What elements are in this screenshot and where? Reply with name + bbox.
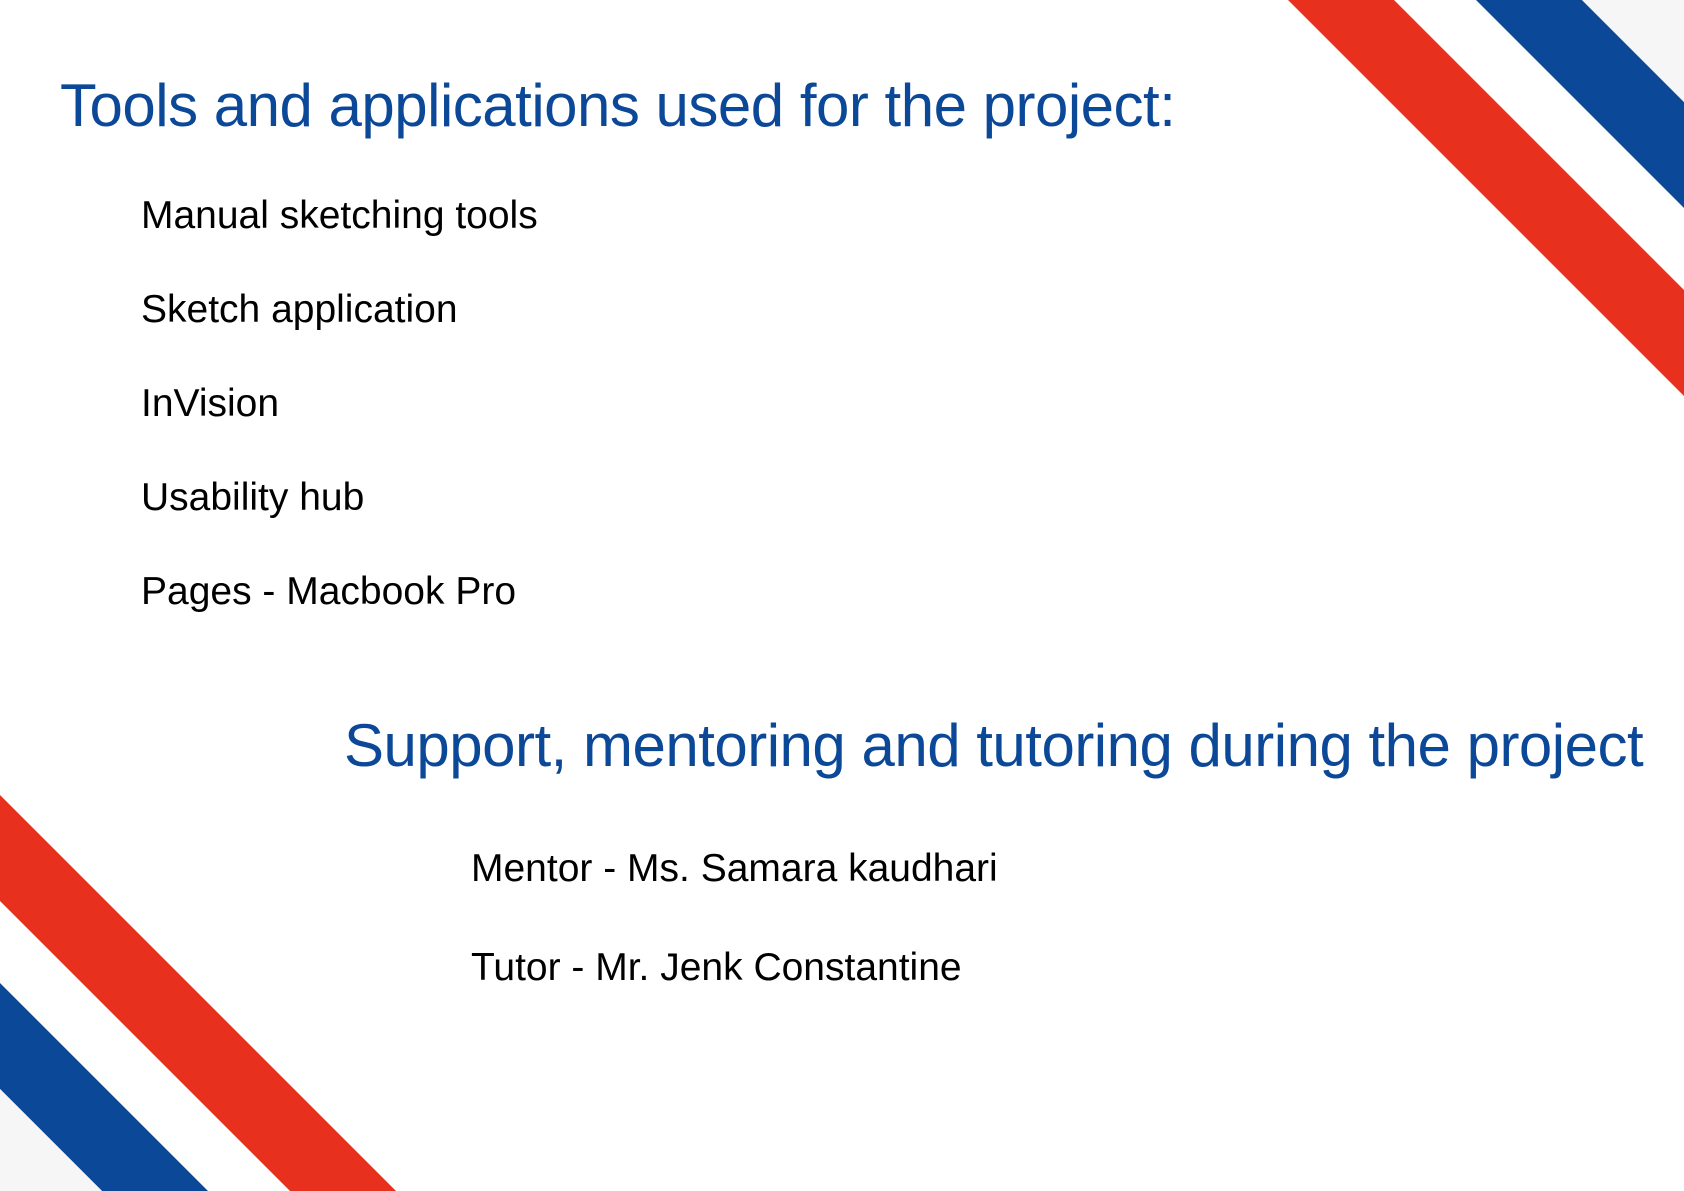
tool-item-usability-hub: Usability hub	[141, 476, 365, 519]
support-heading: Support, mentoring and tutoring during t…	[344, 712, 1644, 779]
document-page: Tools and applications used for the proj…	[0, 0, 1684, 1191]
tool-item-sketch-app: Sketch application	[141, 288, 458, 331]
support-item-mentor: Mentor - Ms. Samara kaudhari	[471, 847, 998, 890]
tools-heading: Tools and applications used for the proj…	[60, 72, 1176, 139]
support-item-tutor: Tutor - Mr. Jenk Constantine	[471, 946, 962, 989]
tool-item-manual-sketching: Manual sketching tools	[141, 194, 538, 237]
tool-item-invision: InVision	[141, 382, 280, 425]
tool-item-pages: Pages - Macbook Pro	[141, 570, 517, 613]
